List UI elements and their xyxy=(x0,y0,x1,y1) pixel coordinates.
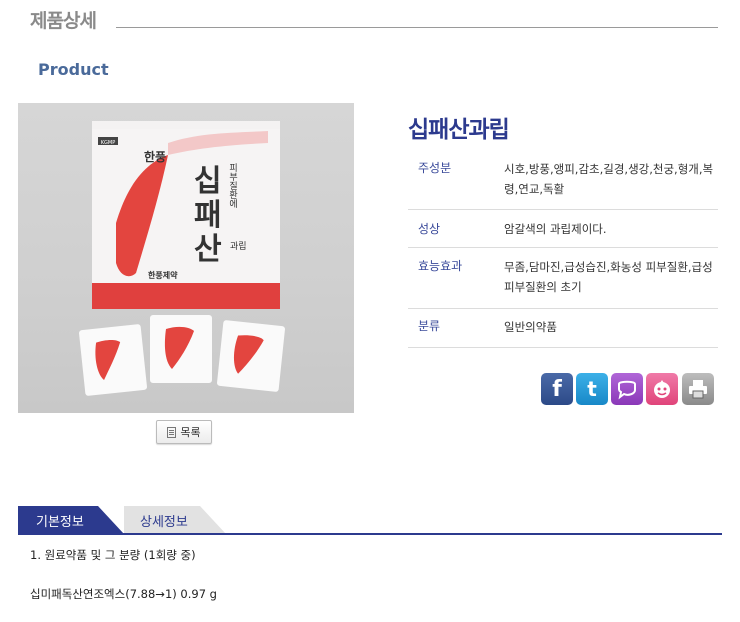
ingredient-heading: 1. 원료약품 및 그 분량 (1회량 중) xyxy=(30,548,196,562)
spec-row: 주성분 시호,방풍,앵피,감초,길경,생강,천궁,형개,복령,연교,독활 xyxy=(408,148,718,210)
me2day-share-icon[interactable] xyxy=(611,373,643,405)
list-icon xyxy=(167,426,177,438)
package-prefix: 한풍 xyxy=(144,149,166,164)
package-name-2: 패 xyxy=(194,198,222,233)
spec-label: 성상 xyxy=(418,222,441,236)
sachet-3 xyxy=(217,320,285,392)
sachet-1 xyxy=(79,324,147,396)
tab-basic-info-label: 기본정보 xyxy=(36,514,84,530)
spec-value: 무좀,담마진,급성습진,화농성 피부질환,급성피부질환의 초기 xyxy=(504,260,713,294)
list-button-label: 목록 xyxy=(180,426,201,439)
spec-value: 시호,방풍,앵피,감초,길경,생강,천궁,형개,복령,연교,독활 xyxy=(504,162,714,196)
tab-detail-info-label: 상세정보 xyxy=(140,514,188,530)
sachet-2 xyxy=(150,315,212,383)
tab-detail-info[interactable]: 상세정보 xyxy=(124,506,228,534)
ingredient-line: 십미패독산연조엑스(7.88→1) 0.97 g xyxy=(30,587,217,601)
product-image: KGMP 한풍 십 패 산 피부질환에 과립 한풍제약 xyxy=(18,103,354,413)
title-divider xyxy=(116,27,718,28)
product-package-illustration: KGMP 한풍 십 패 산 피부질환에 과립 한풍제약 xyxy=(79,121,285,396)
twitter-share-icon[interactable]: t xyxy=(576,373,608,405)
page-title: 제품상세 xyxy=(30,10,97,32)
package-form: 과립 xyxy=(230,241,247,252)
spec-label: 주성분 xyxy=(418,161,452,175)
spec-row: 효능효과 무좀,담마진,급성습진,화농성 피부질환,급성피부질환의 초기 xyxy=(408,248,718,309)
spec-label: 효능효과 xyxy=(418,259,463,273)
spec-value: 암갈색의 과립제이다. xyxy=(504,222,607,236)
package-maker: 한풍제약 xyxy=(148,270,178,280)
spec-label: 분류 xyxy=(418,319,441,333)
list-button[interactable]: 목록 xyxy=(156,420,212,444)
facebook-share-icon[interactable]: f xyxy=(541,373,573,405)
section-subtitle: Product xyxy=(38,60,109,79)
spec-row: 분류 일반의약품 xyxy=(408,309,718,348)
cyworld-share-icon[interactable] xyxy=(646,373,678,405)
tab-basic-info[interactable]: 기본정보 xyxy=(18,506,124,534)
package-mark: KGMP xyxy=(101,140,115,146)
print-icon[interactable] xyxy=(682,373,714,405)
package-name-3: 산 xyxy=(194,232,222,267)
spec-row: 성상 암갈색의 과립제이다. xyxy=(408,210,718,248)
spec-table: 주성분 시호,방풍,앵피,감초,길경,생강,천궁,형개,복령,연교,독활 성상 … xyxy=(408,148,718,348)
package-side-text: 피부질환에 xyxy=(227,163,237,209)
tab-underline xyxy=(18,533,722,535)
product-name: 십패산과립 xyxy=(408,117,510,143)
spec-value: 일반의약품 xyxy=(504,320,557,334)
package-name-1: 십 xyxy=(194,164,222,199)
